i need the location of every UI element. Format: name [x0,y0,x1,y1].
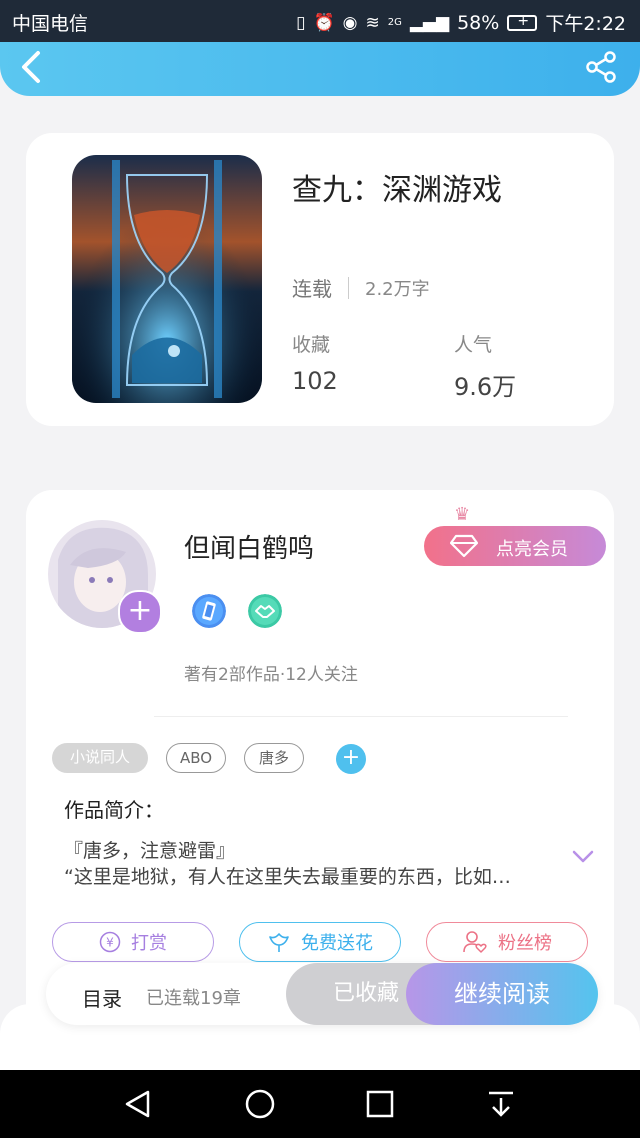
flower-icon [269,933,289,952]
serial-status: 连载 [292,277,332,301]
hourglass-cover-image [72,155,262,403]
continue-reading-button[interactable]: 继续阅读 [406,963,598,1025]
battery-icon [507,13,538,31]
nav-notification-icon[interactable] [481,1084,521,1124]
tag-chip[interactable]: 小说同人 [52,743,148,773]
send-flower-label: 免费送花 [301,933,373,954]
svg-text:¥: ¥ [106,936,114,950]
diamond-icon [450,534,478,558]
signal-icon: ▂▄▆ [409,12,450,33]
carrier-label: 中国电信 [12,13,89,35]
battery-percent: 58% [457,11,500,34]
bottom-action-bar: 目录 已连载19章 已收藏 继续阅读 [46,963,598,1025]
author-name[interactable]: 但闻白鹤鸣 [184,528,314,565]
author-stats: 著有2部作品·12人关注 [184,665,358,685]
alarm-icon: ⏰ [313,12,335,33]
nav-home-icon[interactable] [240,1084,280,1124]
intro-line: 『唐多，注意避雷』 [64,840,236,862]
fans-rank-button[interactable]: 粉丝榜 [426,922,588,962]
word-count: 2.2万字 [365,278,430,300]
intro-heading: 作品简介： [64,798,164,822]
system-nav-bar [0,1070,640,1138]
wifi-icon: ≋ [365,12,380,33]
expand-chevron-icon[interactable] [572,850,594,864]
top-header [0,42,640,96]
intro-line: “这里是地狱，有人在这里失去最重要的东西，比如… [64,866,511,888]
reward-label: 打赏 [131,933,167,954]
nav-back-icon[interactable] [118,1084,158,1124]
crown-icon: ♛ [454,504,471,525]
popularity-label: 人气 [454,334,493,356]
eye-icon: ◉ [342,12,358,33]
popularity-value: 9.6万 [454,373,517,401]
follow-button[interactable]: + [118,590,162,634]
vibrate-icon: ▯ [296,12,306,33]
send-flower-button[interactable]: 免费送花 [239,922,401,962]
share-icon[interactable] [584,50,618,84]
favorites-value: 102 [292,367,338,395]
book-title: 查九：深渊游戏 [292,173,502,208]
favorites-label: 收藏 [292,334,331,356]
phone-badge-icon[interactable] [192,594,226,628]
back-button[interactable] [20,50,42,92]
book-info-card: 查九：深渊游戏 连载 2.2万字 收藏 102 人气 9.6万 [26,133,614,426]
clock: 下午2:22 [545,13,626,35]
chapter-count: 已连载19章 [146,988,241,1009]
intro-text: 『唐多，注意避雷』 “这里是地狱，有人在这里失去最重要的东西，比如… [64,838,564,890]
toc-button[interactable]: 目录 [82,983,122,1012]
tag-chip[interactable]: ABO [166,743,226,773]
book-cover[interactable] [72,155,262,403]
book-status-row: 连载 2.2万字 [292,273,430,302]
vip-button-label: 点亮会员 [496,539,568,560]
section-divider [154,716,568,717]
reward-button[interactable]: ¥ 打赏 [52,922,214,962]
chevron-left-icon [22,51,40,83]
status-bar: 中国电信 ▯ ⏰ ◉ ≋ 2G ▂▄▆ 58% 下午2:22 [0,0,640,42]
handshake-badge-icon[interactable] [248,594,282,628]
fans-rank-label: 粉丝榜 [498,933,552,954]
add-tag-button[interactable]: + [336,744,366,774]
nav-recents-icon[interactable] [360,1084,400,1124]
yen-coin-icon: ¥ [99,931,121,953]
status-icons: ▯ ⏰ ◉ ≋ 2G ▂▄▆ 58% 下午2:22 [296,9,626,36]
network-type: 2G [387,16,402,28]
vip-button[interactable]: ♛ 点亮会员 [424,504,606,566]
fan-heart-icon [463,931,487,953]
divider [348,276,349,299]
tag-chip[interactable]: 唐多 [244,743,304,773]
